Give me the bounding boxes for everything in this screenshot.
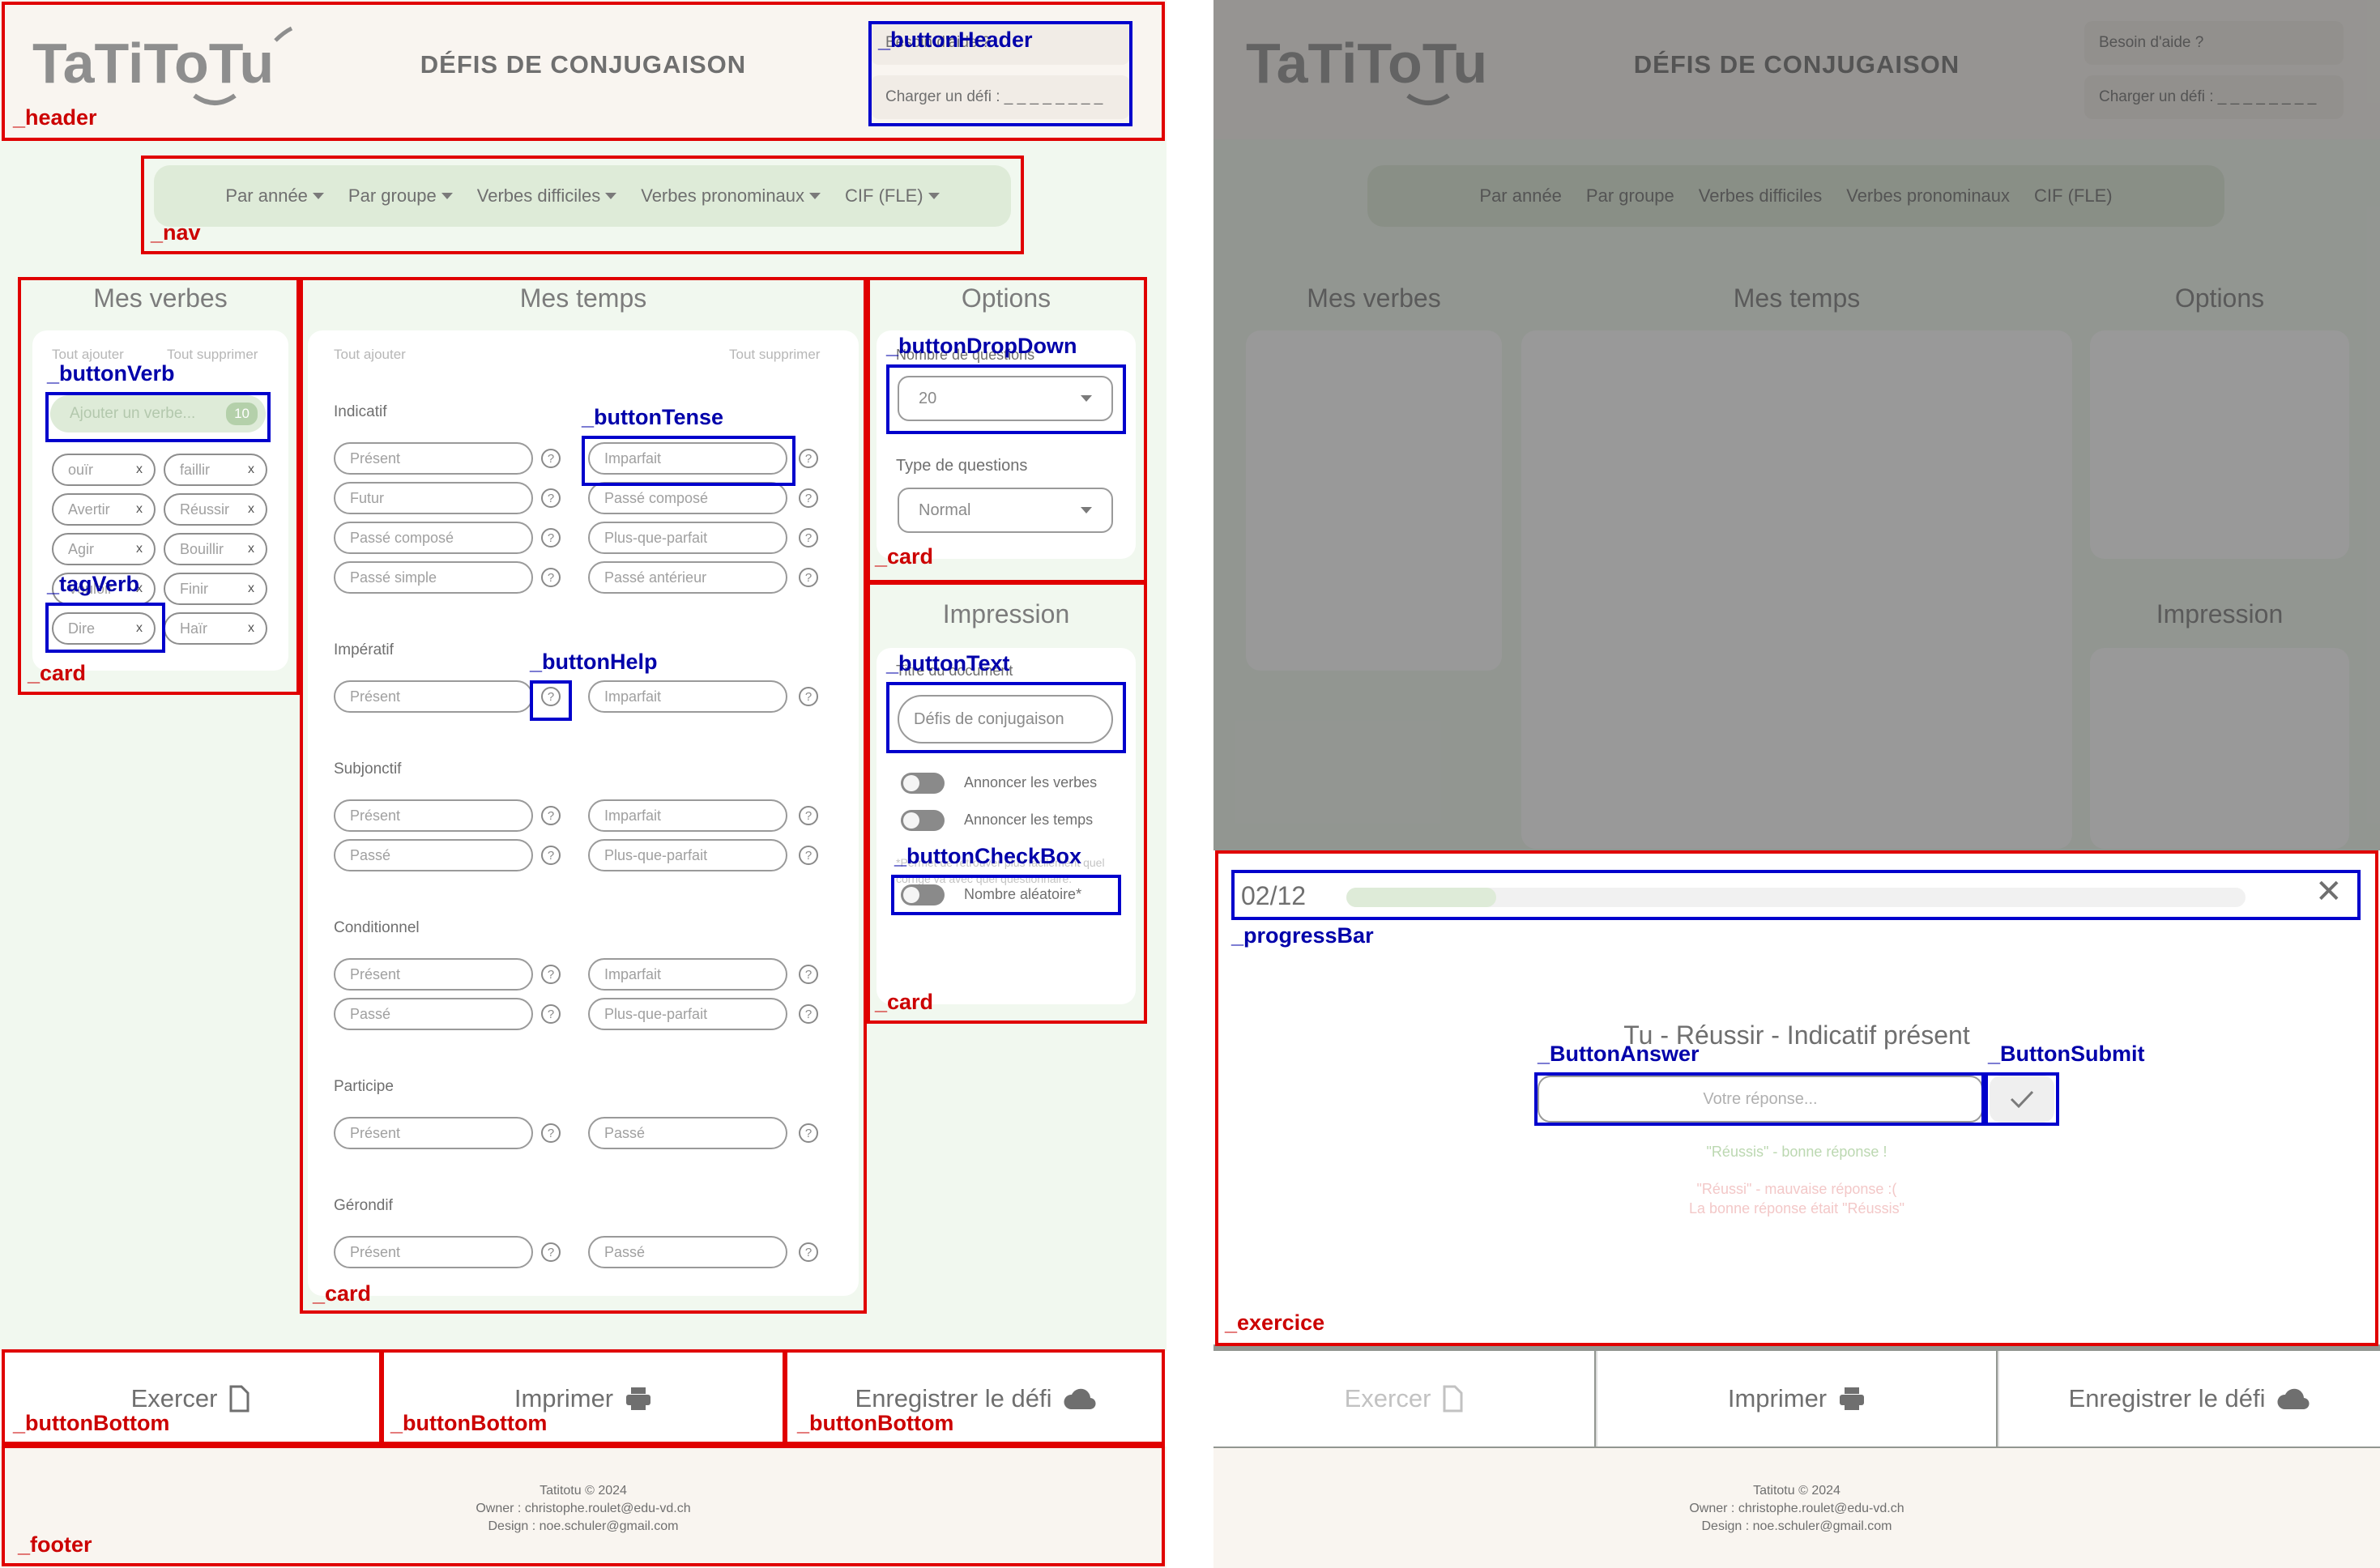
annotation-label: _buttonHelp bbox=[530, 650, 658, 674]
footer: Tatitotu © 2024 Owner : christophe.roule… bbox=[1213, 1448, 2380, 1568]
annotation-box bbox=[300, 277, 867, 1314]
annotation-box bbox=[886, 364, 1126, 434]
annotation-box bbox=[530, 680, 572, 721]
annotation-label: _buttonVerb bbox=[47, 361, 175, 386]
annotation-label: _card bbox=[28, 661, 87, 685]
annotation-label: _card bbox=[875, 990, 934, 1014]
annotation-box bbox=[2, 1445, 1165, 1566]
annotation-label: _buttonBottom bbox=[390, 1411, 548, 1435]
annotation-label: _nav bbox=[151, 220, 201, 245]
button-label: Exercer bbox=[1344, 1384, 1431, 1412]
annotation-label: _buttonText bbox=[886, 651, 1010, 675]
annotation-label: _ButtonSubmit bbox=[1988, 1042, 2145, 1066]
annotation-label: _buttonTense bbox=[582, 405, 723, 429]
annotation-box bbox=[891, 875, 1121, 915]
annotation-label: _buttonBottom bbox=[13, 1411, 170, 1435]
button-label: Enregistrer le défi bbox=[2068, 1384, 2266, 1412]
annotation-box bbox=[45, 392, 271, 442]
annotation-label: _buttonDropDown bbox=[886, 334, 1077, 358]
annotation-box bbox=[1985, 1072, 2059, 1126]
annotation-label: _ButtonAnswer bbox=[1538, 1042, 1700, 1066]
button-label: Imprimer bbox=[1727, 1384, 1828, 1412]
annotation-label: _exercice bbox=[1225, 1310, 1325, 1335]
annotation-label: _card bbox=[313, 1281, 372, 1306]
annotation-box bbox=[582, 436, 795, 486]
annotation-label: _card bbox=[875, 544, 934, 569]
annotation-label: _footer bbox=[18, 1532, 92, 1557]
design-credit: Design : noe.schuler@gmail.com bbox=[1701, 1519, 1892, 1533]
annotation-label: _buttonBottom bbox=[797, 1411, 954, 1435]
cloud-download-icon bbox=[2277, 1388, 2310, 1410]
annotated-app-view: TaTiToTu DÉFIS DE CONJUGAISON Besoin d'a… bbox=[0, 0, 1167, 1568]
printer-icon bbox=[1840, 1387, 1865, 1410]
annotation-box bbox=[1231, 870, 2361, 920]
annotation-label: _buttonCheckBox bbox=[894, 844, 1082, 868]
owner: Owner : christophe.roulet@edu-vd.ch bbox=[1689, 1502, 1904, 1515]
annotation-box bbox=[141, 156, 1024, 254]
save-challenge-button[interactable]: Enregistrer le défi bbox=[1998, 1351, 2380, 1447]
annotation-label: _progressBar bbox=[1231, 923, 1374, 948]
copyright: Tatitotu © 2024 bbox=[1753, 1484, 1840, 1498]
annotation-label: _header bbox=[13, 105, 97, 130]
print-button[interactable]: Imprimer bbox=[1596, 1351, 1996, 1447]
file-icon bbox=[1443, 1385, 1463, 1412]
annotation-label: _tagVerb bbox=[47, 572, 140, 596]
exercise-button[interactable]: Exercer bbox=[1213, 1351, 1594, 1447]
exercise-view: TaTiToTu DÉFIS DE CONJUGAISON Besoin d'a… bbox=[1213, 0, 2380, 1568]
annotation-box bbox=[45, 603, 165, 653]
annotation-box bbox=[1534, 1072, 1985, 1126]
annotation-box bbox=[886, 682, 1126, 753]
annotation-label: _buttonHeader bbox=[878, 28, 1033, 52]
annotation-box bbox=[867, 582, 1147, 1024]
